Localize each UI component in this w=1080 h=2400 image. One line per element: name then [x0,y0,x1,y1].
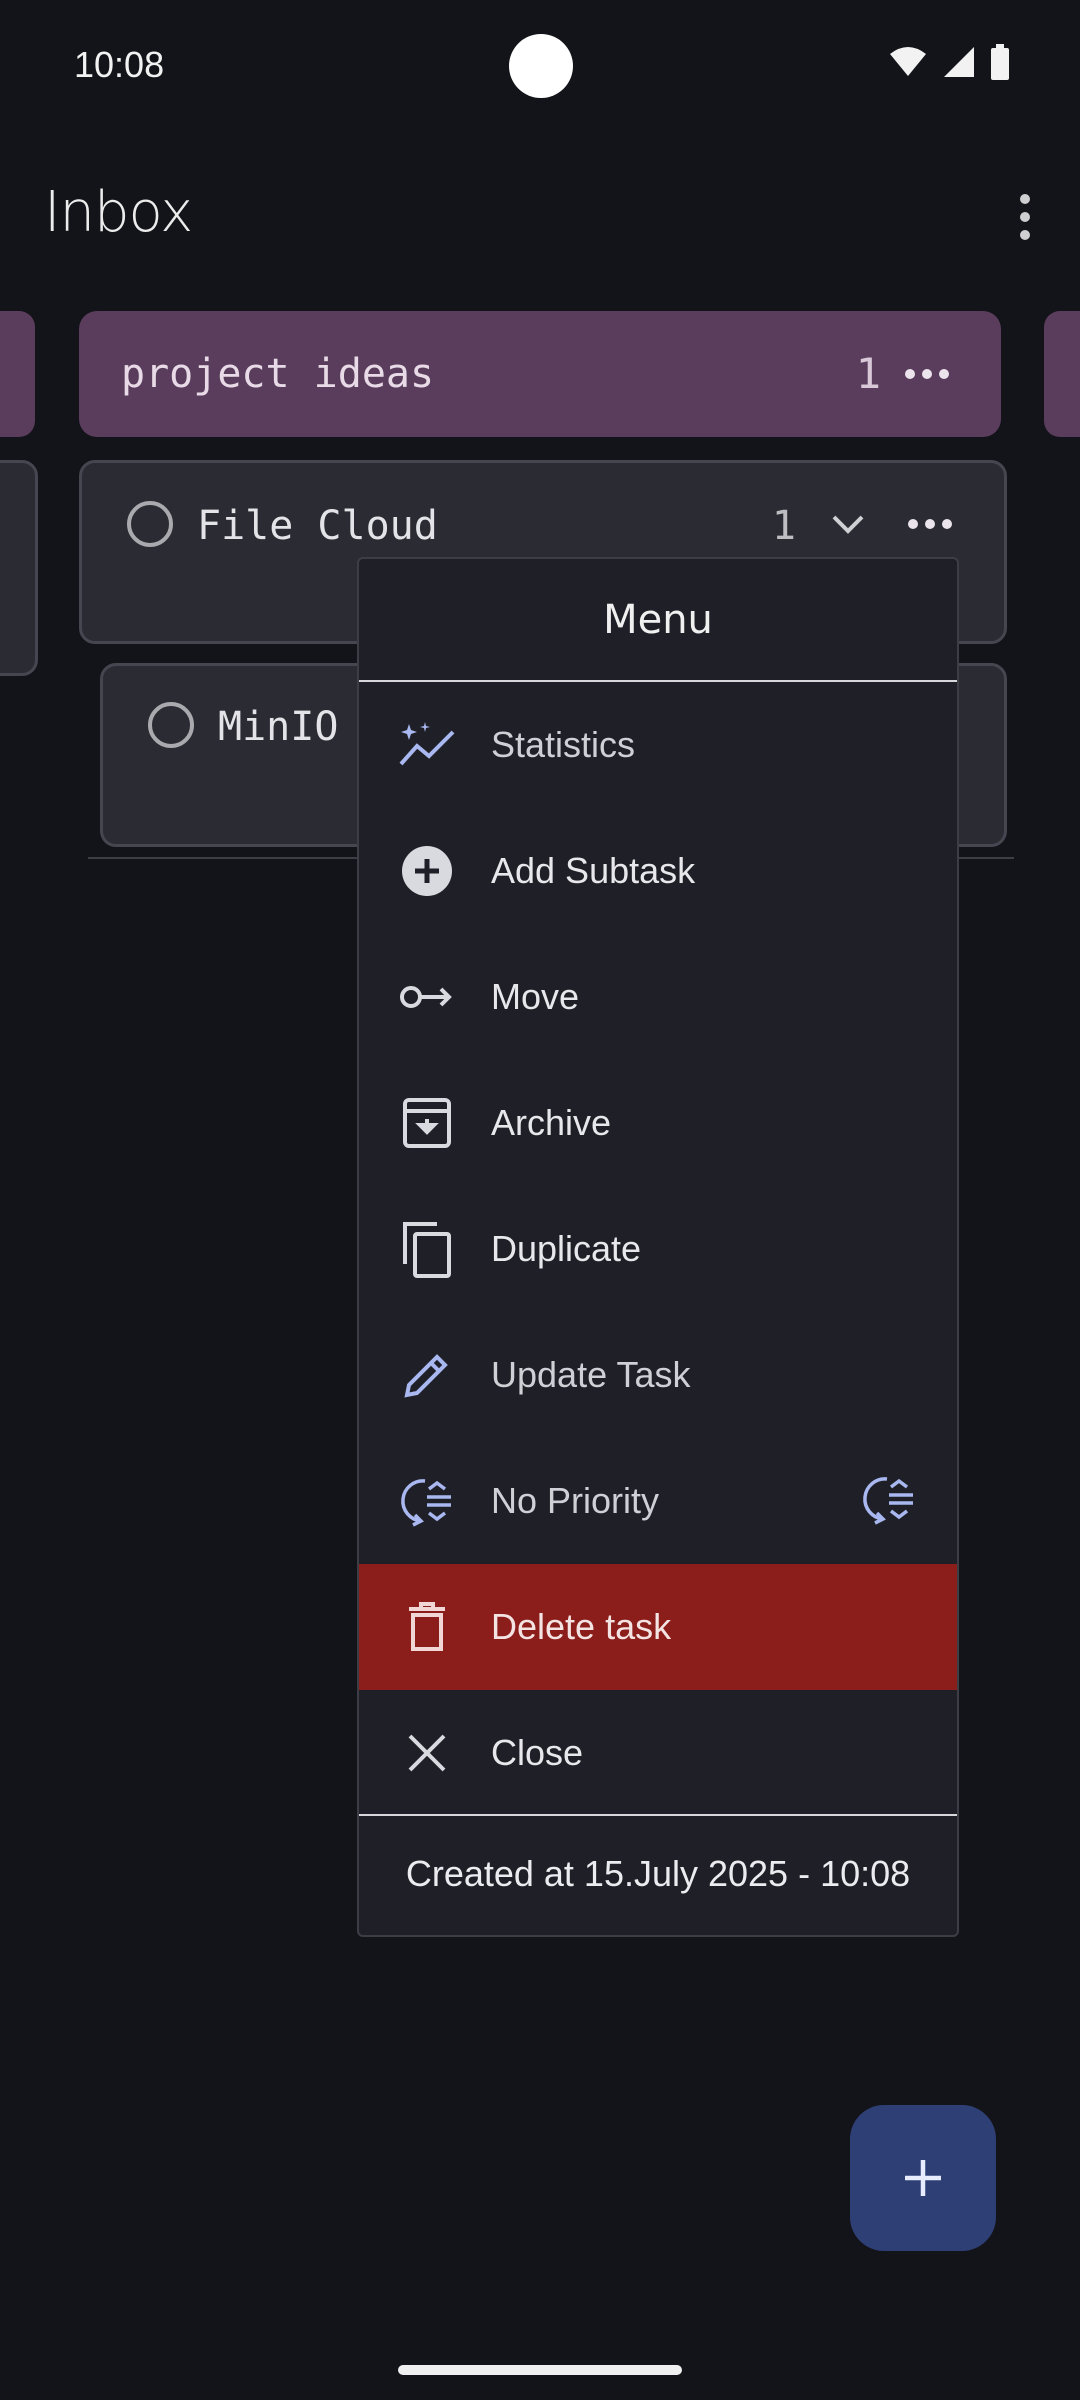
task-more-icon[interactable] [908,519,952,529]
page-title: Inbox [44,180,193,245]
wifi-icon [890,47,926,76]
menu-item-label: Move [491,976,580,1017]
pencil-icon [397,1345,457,1405]
previous-column-header[interactable] [0,311,35,437]
column-header[interactable]: project ideas 1 [79,311,1001,437]
duplicate-icon [397,1219,457,1279]
menu-item-move[interactable]: Move [359,934,957,1060]
trash-icon [397,1597,457,1657]
next-column-header[interactable] [1044,311,1080,437]
home-indicator[interactable] [398,2365,682,2375]
task-title: MinIO [218,704,339,750]
subtask-count: 1 [771,503,796,549]
task-context-menu: Menu Statistics Add Subtask Move Archive… [357,557,959,1937]
close-icon [397,1723,457,1783]
menu-item-label: Archive [491,1102,612,1143]
signal-icon [944,47,974,77]
menu-item-update-task[interactable]: Update Task [359,1312,957,1438]
plus-icon [905,2160,941,2196]
add-task-fab[interactable] [850,2105,996,2251]
menu-item-add-subtask[interactable]: Add Subtask [359,808,957,934]
created-at-text: Created at 15.July 2025 - 10:08 [405,1853,911,1894]
task-title: File Cloud [197,503,438,549]
add-circle-icon [397,841,457,901]
menu-item-statistics[interactable]: Statistics [359,682,957,808]
menu-item-label: Delete task [491,1606,672,1647]
move-icon [397,967,457,1027]
menu-item-label: Duplicate [491,1228,642,1269]
statistics-icon [397,715,457,775]
priority-trailing-icon[interactable] [861,1473,917,1530]
menu-item-close[interactable]: Close [359,1690,957,1816]
column-more-icon[interactable] [905,369,949,379]
menu-item-duplicate[interactable]: Duplicate [359,1186,957,1312]
column-title: project ideas [121,351,435,397]
menu-item-label: Add Subtask [491,850,696,891]
column-task-count: 1 [855,349,881,398]
menu-item-label: Update Task [491,1354,691,1395]
previous-column-card[interactable] [0,460,38,676]
status-time: 10:08 [74,44,165,85]
menu-item-label: Close [491,1732,584,1773]
task-checkbox[interactable] [127,501,173,547]
chevron-down-icon[interactable] [830,513,866,537]
status-icons [888,44,1010,80]
menu-item-no-priority[interactable]: No Priority [359,1438,957,1564]
menu-divider-bottom [359,1814,957,1816]
archive-icon [397,1093,457,1153]
menu-item-archive[interactable]: Archive [359,1060,957,1186]
overflow-menu-icon[interactable] [1010,188,1040,248]
menu-item-delete-task[interactable]: Delete task [359,1564,957,1690]
camera-cutout [509,34,573,98]
priority-icon [397,1471,457,1531]
menu-item-label: Statistics [491,724,636,765]
battery-icon [991,44,1009,80]
menu-title: Menu [603,597,713,643]
task-checkbox[interactable] [148,702,194,748]
menu-item-label: No Priority [491,1480,660,1521]
